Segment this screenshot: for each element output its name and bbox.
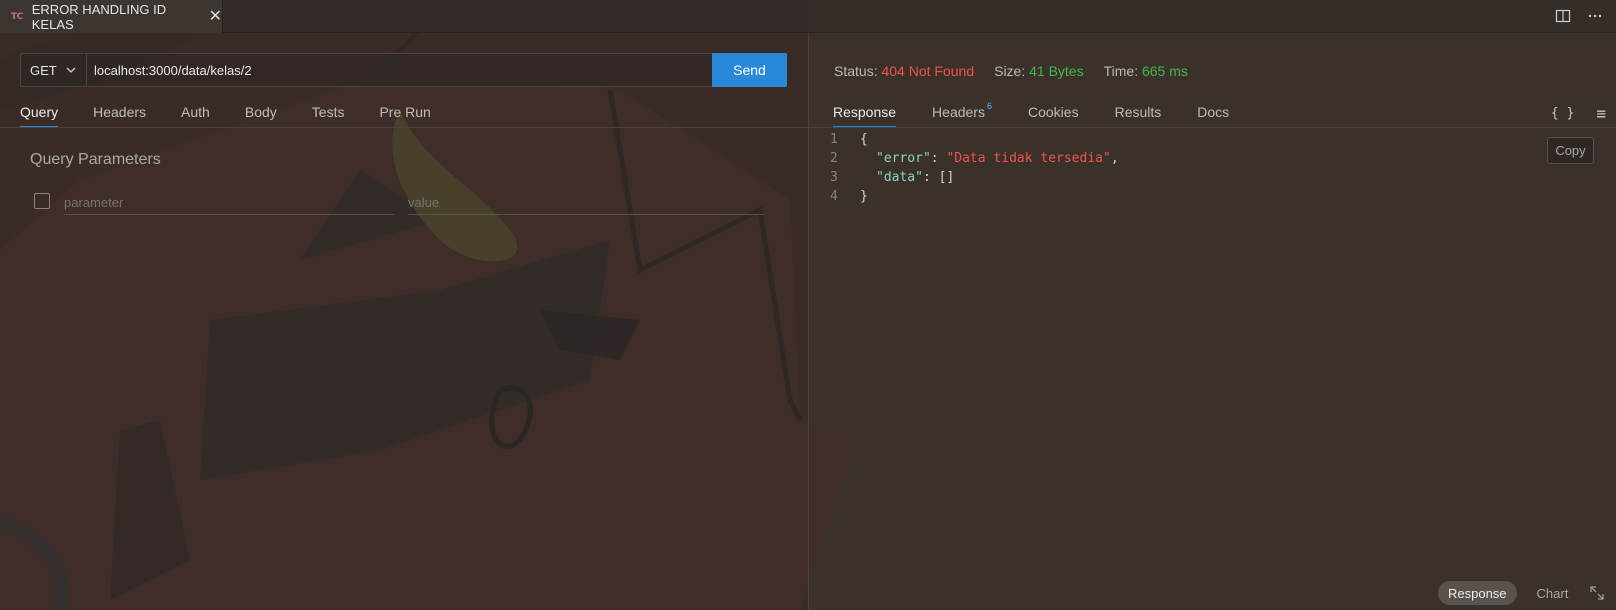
response-view-switcher: Response Chart: [1438, 581, 1606, 605]
request-tabs: Query Headers Auth Body Tests Pre Run: [20, 100, 466, 128]
line-number: 3: [830, 170, 838, 185]
response-actions: { } ≡: [1551, 104, 1606, 123]
response-status: Status: 404 Not Found Size: 41 Bytes Tim…: [834, 63, 1188, 79]
json-key: "error": [876, 151, 931, 166]
line-number: 2: [830, 151, 838, 166]
tab-pre-run[interactable]: Pre Run: [379, 100, 430, 128]
time-value: 665 ms: [1141, 63, 1188, 79]
send-button[interactable]: Send: [712, 53, 787, 87]
json-value: []: [938, 170, 955, 185]
time-item: Time: 665 ms: [1104, 63, 1188, 79]
code-line: 1 {: [830, 130, 1119, 149]
line-number: 1: [830, 132, 838, 147]
pane-divider[interactable]: [808, 33, 809, 610]
size-value: 41 Bytes: [1029, 63, 1084, 79]
tab-headers-label: Headers: [932, 104, 985, 120]
chart-view-button[interactable]: Chart: [1537, 586, 1569, 601]
editor-tab[interactable]: TC ERROR HANDLING ID KELAS ✕: [0, 0, 223, 33]
size-item: Size: 41 Bytes: [994, 63, 1084, 79]
url-input[interactable]: [87, 54, 712, 86]
menu-icon[interactable]: ≡: [1596, 104, 1606, 123]
headers-count-badge: 6: [986, 101, 992, 111]
param-name-input[interactable]: [64, 190, 394, 215]
code-line: 4 }: [830, 187, 1119, 206]
status-value: 404 Not Found: [881, 63, 975, 79]
tab-response[interactable]: Response: [833, 100, 897, 128]
code-line: 3 "data": []: [830, 170, 955, 185]
thunder-client-badge: TC: [11, 11, 23, 22]
braces-icon[interactable]: { }: [1551, 106, 1574, 121]
more-icon[interactable]: [1586, 7, 1604, 25]
tab-headers[interactable]: Headers: [93, 100, 146, 128]
expand-icon[interactable]: [1588, 584, 1606, 602]
line-number: 4: [830, 189, 838, 204]
tab-auth[interactable]: Auth: [181, 100, 210, 128]
request-bar: GET Send: [20, 53, 787, 87]
response-body: 1 { 2 "error": "Data tidak tersedia", 3 …: [830, 130, 1119, 206]
tab-body[interactable]: Body: [245, 100, 277, 128]
json-brace: {: [860, 132, 868, 147]
code-line: 2 "error": "Data tidak tersedia",: [830, 151, 1119, 166]
chevron-down-icon: [66, 67, 76, 73]
time-label: Time:: [1103, 63, 1139, 79]
json-brace: }: [860, 189, 868, 204]
param-value-input[interactable]: [408, 190, 764, 215]
tab-title: ERROR HANDLING ID KELAS: [31, 1, 167, 32]
param-checkbox[interactable]: [34, 193, 50, 209]
tab-results[interactable]: Results: [1115, 100, 1162, 128]
tab-query[interactable]: Query: [20, 100, 59, 128]
response-tabs: Response Headers 6 Cookies Results Docs: [833, 100, 1265, 128]
editor-actions: [1554, 7, 1604, 25]
status-item: Status: 404 Not Found: [834, 63, 974, 79]
query-parameters-title: Query Parameters: [30, 151, 161, 168]
size-label: Size:: [994, 63, 1026, 79]
tab-response-headers[interactable]: Headers 6: [932, 100, 992, 128]
method-select[interactable]: GET: [21, 54, 87, 86]
split-editor-icon[interactable]: [1554, 7, 1572, 25]
json-value: "Data tidak tersedia": [946, 151, 1111, 166]
copy-button[interactable]: Copy: [1547, 137, 1594, 164]
method-label: GET: [30, 62, 57, 78]
status-label: Status:: [834, 63, 878, 79]
response-view-button[interactable]: Response: [1438, 581, 1517, 605]
tab-tests[interactable]: Tests: [312, 100, 345, 128]
query-param-row: [34, 190, 764, 216]
close-icon[interactable]: ✕: [209, 8, 222, 25]
tab-docs[interactable]: Docs: [1197, 100, 1229, 128]
editor-tab-bar: TC ERROR HANDLING ID KELAS ✕: [0, 0, 1616, 33]
tab-cookies[interactable]: Cookies: [1028, 100, 1079, 128]
response-tabs-underline: [809, 127, 1616, 128]
json-key: "data": [876, 170, 923, 185]
request-tabs-underline: [0, 127, 808, 128]
